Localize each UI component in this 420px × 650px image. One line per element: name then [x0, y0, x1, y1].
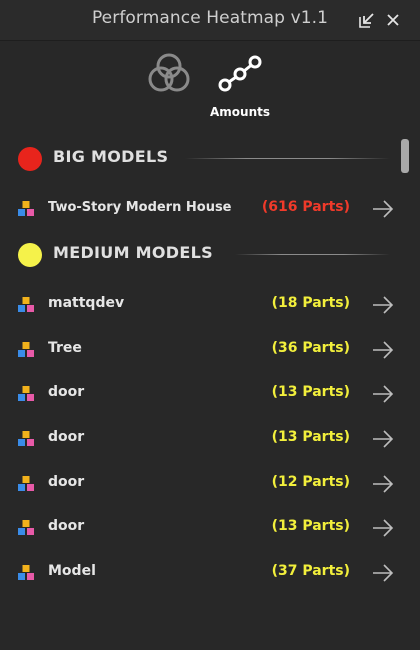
scrollbar-thumb[interactable]: [401, 139, 409, 173]
model-part-count: (18 Parts): [271, 295, 350, 311]
model-name: Model: [48, 563, 96, 579]
list-item[interactable]: door (13 Parts): [0, 373, 400, 413]
mode-switcher: Amounts: [0, 51, 420, 141]
heatmap-panel: Amounts BIG MODELS Two-Story Modern Hous…: [0, 41, 420, 650]
section-divider-medium: [235, 254, 390, 255]
section-header-big: BIG MODELS: [0, 139, 400, 179]
open-model-button[interactable]: [371, 294, 395, 316]
big-severity-dot: [18, 147, 42, 171]
model-name: door: [48, 429, 85, 445]
arrow-right-icon: [373, 430, 394, 448]
open-model-button[interactable]: [371, 562, 395, 584]
open-model-button[interactable]: [371, 473, 395, 495]
list-item[interactable]: door (12 Parts): [0, 463, 400, 503]
list-item[interactable]: Model (37 Parts): [0, 552, 400, 592]
model-name: Two-Story Modern House: [48, 200, 232, 215]
mode-amounts-label: Amounts: [210, 105, 270, 119]
open-model-button[interactable]: [371, 428, 395, 450]
nodes-graph-icon: [218, 55, 262, 92]
medium-severity-dot: [18, 243, 42, 267]
venn-circles-icon: [148, 53, 190, 92]
model-part-count: (13 Parts): [271, 429, 350, 445]
model-name: door: [48, 474, 85, 490]
arrow-right-icon: [373, 564, 394, 582]
model-part-count: (13 Parts): [271, 384, 350, 400]
model-part-count: (36 Parts): [271, 340, 350, 356]
model-icon: [18, 201, 34, 216]
section-header-medium: MEDIUM MODELS: [0, 235, 400, 275]
open-model-button[interactable]: [371, 383, 395, 405]
model-name: Tree: [48, 340, 82, 356]
section-divider-big: [185, 158, 390, 159]
model-part-count: (616 Parts): [261, 199, 350, 215]
window-title: Performance Heatmap v1.1: [91, 8, 329, 28]
models-list: BIG MODELS Two-Story Modern House (616 P…: [0, 133, 400, 650]
list-item[interactable]: Two-Story Modern House (616 Parts): [0, 188, 400, 228]
model-part-count: (12 Parts): [271, 474, 350, 490]
open-model-button[interactable]: [371, 517, 395, 539]
section-title-medium: MEDIUM MODELS: [53, 243, 213, 262]
dock-button[interactable]: [358, 11, 376, 29]
model-icon: [18, 476, 34, 491]
list-item[interactable]: Tree (36 Parts): [0, 329, 400, 369]
arrow-right-icon: [373, 385, 394, 403]
open-model-button[interactable]: [371, 339, 395, 361]
arrow-right-icon: [373, 200, 394, 218]
model-name: door: [48, 384, 85, 400]
mode-amounts-button[interactable]: Amounts: [195, 51, 285, 131]
model-icon: [18, 431, 34, 446]
model-icon: [18, 297, 34, 312]
arrow-right-icon: [373, 296, 394, 314]
model-icon: [18, 520, 34, 535]
list-item[interactable]: door (13 Parts): [0, 507, 400, 547]
list-item[interactable]: mattqdev (18 Parts): [0, 284, 400, 324]
arrow-right-icon: [373, 341, 394, 359]
close-button[interactable]: [384, 11, 402, 29]
close-icon: [387, 14, 399, 26]
section-title-big: BIG MODELS: [53, 147, 169, 166]
list-item[interactable]: door (13 Parts): [0, 418, 400, 458]
model-name: door: [48, 518, 85, 534]
model-part-count: (37 Parts): [271, 563, 350, 579]
arrow-right-icon: [373, 519, 394, 537]
model-icon: [18, 342, 34, 357]
title-bar: Performance Heatmap v1.1: [0, 0, 420, 41]
model-part-count: (13 Parts): [271, 518, 350, 534]
model-name: mattqdev: [48, 295, 125, 311]
model-icon: [18, 386, 34, 401]
dock-icon: [359, 13, 374, 28]
model-icon: [18, 565, 34, 580]
open-model-button[interactable]: [371, 198, 395, 220]
arrow-right-icon: [373, 475, 394, 493]
